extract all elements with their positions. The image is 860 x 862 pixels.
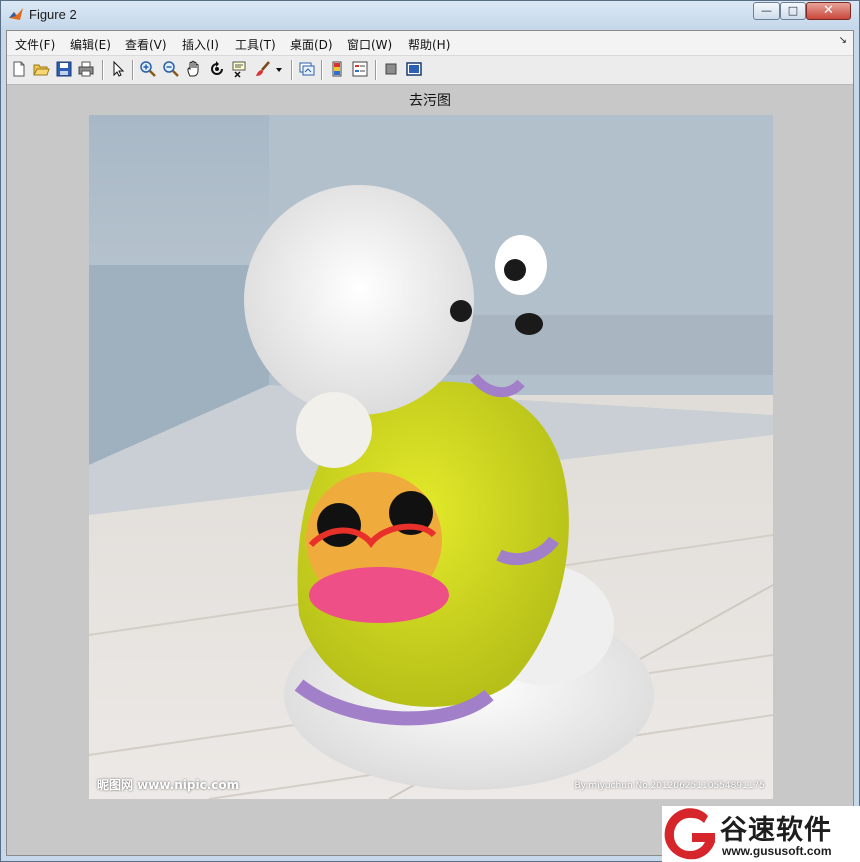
toolbar-separator xyxy=(291,60,293,80)
insert-legend-icon[interactable] xyxy=(351,60,369,78)
toolbar-separator xyxy=(321,60,323,80)
toolbar-separator xyxy=(132,60,134,80)
menu-tools[interactable]: 工具(T) xyxy=(235,36,276,53)
poodle-photo xyxy=(89,115,773,799)
toolbar-separator xyxy=(375,60,377,80)
menu-file[interactable]: 文件(F) xyxy=(15,36,55,53)
show-plot-tools-icon[interactable] xyxy=(405,60,423,78)
brush-icon[interactable] xyxy=(254,60,272,78)
menu-edit[interactable]: 编辑(E) xyxy=(70,36,111,53)
zoom-in-icon[interactable] xyxy=(139,60,157,78)
menu-bar: 文件(F) 编辑(E) 查看(V) 插入(I) 工具(T) 桌面(D) 窗口(W… xyxy=(7,31,853,56)
maximize-button[interactable]: □ xyxy=(780,2,806,20)
rotate-3d-icon[interactable] xyxy=(208,60,226,78)
close-icon: ✕ xyxy=(823,3,834,18)
link-plot-icon[interactable] xyxy=(298,60,316,78)
new-figure-icon[interactable] xyxy=(10,60,28,78)
zoom-out-icon[interactable] xyxy=(162,60,180,78)
figure-client: 文件(F) 编辑(E) 查看(V) 插入(I) 工具(T) 桌面(D) 窗口(W… xyxy=(6,30,854,856)
print-figure-icon[interactable] xyxy=(77,60,95,78)
plot-title: 去污图 xyxy=(409,93,451,109)
menu-insert[interactable]: 插入(I) xyxy=(182,36,219,53)
hide-plot-tools-icon[interactable] xyxy=(382,60,400,78)
matlab-icon xyxy=(9,8,23,20)
data-cursor-icon[interactable] xyxy=(231,60,249,78)
maximize-icon: □ xyxy=(787,4,799,17)
site-name: 谷速软件 xyxy=(720,815,832,846)
site-url: www.gususoft.com xyxy=(722,844,832,858)
menu-help[interactable]: 帮助(H) xyxy=(408,36,450,53)
minimize-icon: — xyxy=(761,4,772,17)
close-button[interactable]: ✕ xyxy=(806,2,851,20)
save-figure-icon[interactable] xyxy=(55,60,73,78)
gususoft-logo-icon xyxy=(664,808,715,860)
pan-hand-icon[interactable] xyxy=(185,60,203,78)
title-bar[interactable]: Figure 2 — □ ✕ xyxy=(1,1,859,29)
window-title: Figure 2 xyxy=(29,7,77,22)
brush-dropdown-icon[interactable] xyxy=(274,60,284,78)
menu-view[interactable]: 查看(V) xyxy=(125,36,167,53)
minimize-button[interactable]: — xyxy=(753,2,780,20)
figure-window: Figure 2 — □ ✕ 文件(F) 编辑(E) 查看(V) 插入(I) 工… xyxy=(0,0,860,862)
menu-desktop[interactable]: 桌面(D) xyxy=(290,36,333,53)
toolbar-separator xyxy=(102,60,104,80)
site-logo: 谷速软件 www.gususoft.com xyxy=(662,806,860,862)
watermark-right: By:miyuchun No.20120625110554891175 xyxy=(574,781,765,791)
image-axes[interactable]: 昵图网 www.nipic.com By:miyuchun No.2012062… xyxy=(89,115,773,799)
chevron-icon[interactable]: ↘ xyxy=(839,35,847,46)
insert-colorbar-icon[interactable] xyxy=(328,60,346,78)
edit-plot-arrow-icon[interactable] xyxy=(109,60,127,78)
menu-window[interactable]: 窗口(W) xyxy=(347,36,392,53)
open-file-icon[interactable] xyxy=(32,60,50,78)
watermark-left: 昵图网 www.nipic.com xyxy=(97,778,240,792)
figure-toolbar xyxy=(7,56,853,85)
